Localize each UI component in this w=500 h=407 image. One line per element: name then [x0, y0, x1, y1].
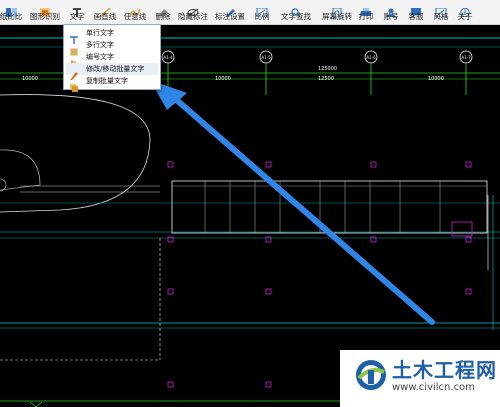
eraser-icon — [157, 2, 169, 17]
hide-annotation-button[interactable]: 隐藏标注 — [178, 0, 208, 24]
copy-text-icon — [70, 77, 78, 92]
menu-item-single-line-text[interactable]: 单行文字 — [66, 27, 158, 44]
account-icon — [385, 2, 397, 17]
scale-icon — [256, 2, 268, 18]
line-tool-icon — [99, 2, 111, 18]
text-tool-icon — [71, 2, 83, 17]
scale-button[interactable]: 比例 — [247, 0, 277, 24]
text-submenu: 单行文字 多行文字 编号文字 修改/移动批量文字 复制批量文字 — [63, 24, 161, 92]
single-line-text-icon — [70, 29, 78, 44]
dimension-label: 10000 — [22, 76, 38, 82]
compare-button[interactable]: 纸比比 — [0, 0, 26, 24]
dimension-label: 10000 — [215, 76, 231, 82]
svg-text:A1-7: A1-7 — [461, 55, 471, 60]
annotation-arrow — [150, 80, 435, 325]
info-icon — [459, 2, 471, 18]
svg-text:A1-6: A1-6 — [366, 55, 376, 60]
screen-rotate-icon — [331, 2, 343, 18]
style-icon — [435, 2, 447, 18]
print-icon — [360, 2, 372, 16]
dimension-label: 10000 — [428, 76, 444, 82]
multi-line-text-icon — [70, 41, 78, 56]
menu-item-multi-line-text[interactable]: 多行文字 — [66, 39, 158, 56]
text-search-button[interactable]: 文字查找 — [281, 0, 311, 24]
svg-text:A1-5: A1-5 — [261, 55, 271, 60]
dimension-label: 125000 — [318, 66, 337, 72]
text-search-icon — [290, 2, 302, 18]
compare-icon — [5, 2, 17, 17]
hide-annotation-icon — [187, 2, 199, 17]
menu-item-edit-move-text[interactable]: 修改/移动批量文字 — [66, 63, 158, 80]
watermark-logo: 土木工程网 www.civilcn.com — [340, 350, 500, 407]
svg-text:A1-4: A1-4 — [163, 55, 173, 60]
toolbar: 纸比比 图形识别 文字 画直线 任意线 删除 隐藏标注 标注设置 比例 文字查找… — [0, 0, 500, 25]
watermark-brand: 土木工程网 — [392, 358, 497, 382]
freehand-line-icon — [129, 2, 141, 17]
annotation-settings-icon — [224, 2, 236, 17]
dimension-label: 12500 — [318, 76, 334, 82]
watermark-url: www.civilcn.com — [392, 382, 475, 393]
edit-move-text-icon — [70, 65, 78, 80]
menu-item-numbered-text[interactable]: 编号文字 — [66, 51, 158, 68]
numbered-text-icon — [70, 53, 78, 68]
shape-recognition-icon — [39, 2, 51, 17]
customer-service-icon — [410, 2, 422, 17]
menu-item-copy-text[interactable]: 复制批量文字 — [66, 75, 158, 92]
about-button[interactable]: 关于 — [450, 0, 480, 24]
civilcn-logo-icon — [356, 360, 386, 390]
